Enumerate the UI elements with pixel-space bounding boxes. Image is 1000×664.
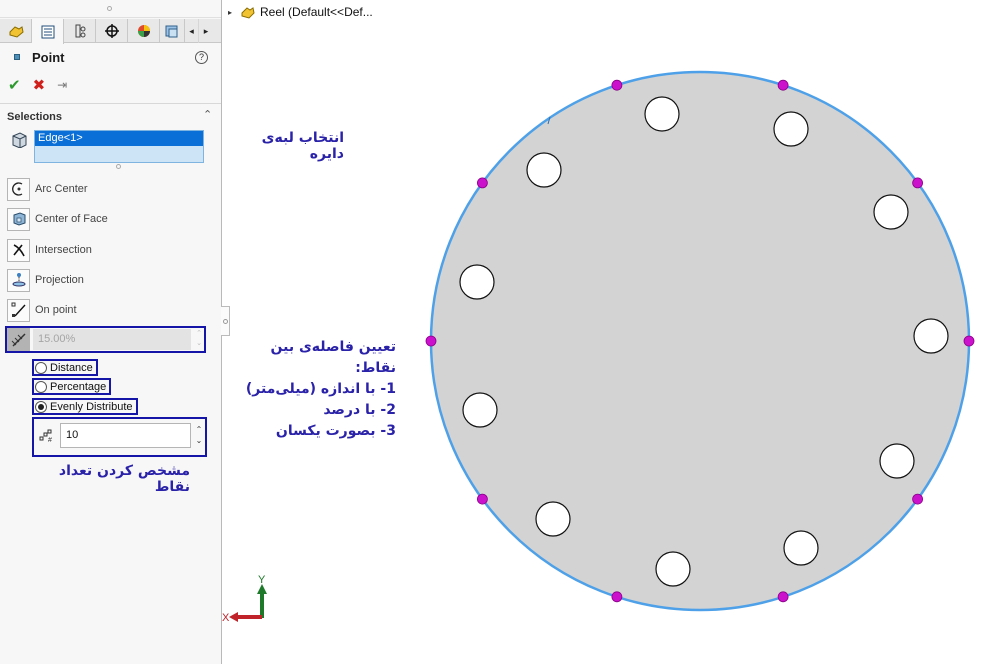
hole[interactable] bbox=[459, 264, 495, 300]
sketch-point[interactable] bbox=[611, 79, 623, 91]
radio-label: Distance bbox=[50, 361, 93, 374]
reference-label: Arc Center bbox=[35, 183, 88, 195]
sketch-point[interactable] bbox=[912, 177, 923, 189]
on-point-icon[interactable] bbox=[7, 298, 30, 322]
tab-display-manager[interactable] bbox=[128, 19, 160, 43]
svg-text:#: # bbox=[48, 437, 52, 443]
reference-projection[interactable]: Projection bbox=[7, 268, 84, 292]
percentage-spinner[interactable]: ⌃ ⌄ bbox=[194, 329, 204, 350]
hole[interactable] bbox=[873, 194, 909, 230]
radio-evenly-distribute[interactable]: Evenly Distribute bbox=[32, 398, 138, 415]
arc-center-icon[interactable] bbox=[7, 177, 30, 201]
configuration-icon bbox=[75, 24, 85, 38]
ok-button[interactable]: ✔ bbox=[8, 76, 21, 94]
radio-evenly-distribute-button[interactable] bbox=[35, 400, 47, 413]
hole[interactable] bbox=[462, 392, 498, 428]
listbox-resize-grip[interactable] bbox=[116, 164, 121, 169]
x-axis-label: X bbox=[222, 612, 230, 624]
sketch-point[interactable] bbox=[963, 335, 975, 347]
hole[interactable] bbox=[535, 501, 571, 537]
part-model bbox=[425, 70, 975, 612]
hole[interactable] bbox=[644, 96, 680, 132]
intersection-icon[interactable] bbox=[7, 238, 30, 262]
point-count-spinner[interactable]: ⌃ ⌄ bbox=[194, 424, 204, 446]
crosshair-icon bbox=[104, 24, 119, 38]
hole[interactable] bbox=[773, 111, 809, 147]
action-buttons: ✔ ✖ ⇥ bbox=[8, 76, 67, 94]
radio-label: Percentage bbox=[50, 380, 107, 393]
graphics-viewport[interactable]: Y X bbox=[222, 0, 1000, 664]
grip-dot bbox=[107, 6, 112, 11]
reference-center-of-face[interactable]: Center of Face bbox=[7, 207, 108, 231]
selections-section-title: Selections bbox=[7, 111, 63, 123]
radio-distance[interactable]: Distance bbox=[32, 359, 98, 376]
reference-label: Center of Face bbox=[35, 213, 108, 225]
cancel-button[interactable]: ✖ bbox=[33, 76, 46, 94]
hole[interactable] bbox=[655, 551, 691, 587]
along-curve-distance-icon bbox=[7, 328, 30, 351]
point-feature-icon bbox=[14, 54, 20, 60]
reference-label: On point bbox=[35, 304, 77, 316]
radio-label: Evenly Distribute bbox=[50, 400, 133, 413]
sketch-point[interactable] bbox=[425, 335, 437, 347]
y-axis-label: Y bbox=[258, 574, 266, 586]
sketch-point[interactable] bbox=[777, 591, 789, 603]
manager-tabs: ◂ ▸ bbox=[0, 19, 221, 44]
selection-item-edge[interactable]: Edge<1> bbox=[35, 131, 203, 146]
reference-entities-icon bbox=[12, 132, 27, 148]
radio-distance-button[interactable] bbox=[35, 361, 47, 374]
x-axis-arrowhead bbox=[229, 612, 238, 622]
radio-percentage[interactable]: Percentage bbox=[32, 378, 112, 395]
sketch-point[interactable] bbox=[912, 493, 923, 505]
disk-face[interactable] bbox=[429, 70, 971, 612]
tab-dimxpert-manager[interactable] bbox=[96, 19, 128, 43]
point-count-group: # 10 ⌃ ⌄ bbox=[32, 417, 207, 457]
section-divider bbox=[0, 103, 221, 104]
reference-on-point[interactable]: On point bbox=[7, 298, 77, 322]
tab-feature-manager[interactable] bbox=[0, 19, 32, 43]
property-list-icon bbox=[41, 25, 54, 38]
percentage-input[interactable]: 15.00% bbox=[33, 329, 191, 350]
help-button[interactable]: ? bbox=[195, 51, 208, 64]
annotation-point-count: مشخص کردن تعداد نقاط bbox=[58, 463, 190, 495]
panel-grip[interactable] bbox=[0, 0, 221, 18]
panel-title: Point bbox=[32, 50, 65, 65]
reference-intersection[interactable]: Intersection bbox=[7, 238, 92, 262]
number-of-points-icon: # bbox=[39, 429, 55, 446]
tab-scroll-right-button[interactable]: ▸ bbox=[199, 19, 213, 43]
projection-icon[interactable] bbox=[7, 268, 30, 292]
tab-scroll-left-button[interactable]: ◂ bbox=[185, 19, 199, 43]
sketch-point[interactable] bbox=[476, 177, 488, 189]
sketch-point[interactable] bbox=[476, 493, 488, 505]
tab-configuration-manager[interactable] bbox=[64, 19, 96, 43]
keep-visible-pin-button[interactable]: ⇥ bbox=[57, 78, 67, 92]
percentage-input-group: 15.00% ⌃ ⌄ bbox=[5, 326, 206, 353]
selections-listbox[interactable]: Edge<1> bbox=[34, 130, 204, 163]
tab-property-manager[interactable] bbox=[32, 19, 64, 44]
reference-arc-center[interactable]: Arc Center bbox=[7, 177, 88, 201]
solidworks-window: ◂ ▸ Point ? ✔ ✖ ⇥ Selections ⌃ Edge<1> A… bbox=[0, 0, 1000, 664]
part-icon bbox=[9, 26, 24, 38]
property-manager-panel: ◂ ▸ Point ? ✔ ✖ ⇥ Selections ⌃ Edge<1> A… bbox=[0, 0, 222, 664]
coordinate-triad: Y X bbox=[222, 574, 267, 624]
cam-icon bbox=[165, 25, 178, 38]
radio-percentage-button[interactable] bbox=[35, 380, 47, 393]
reference-label: Intersection bbox=[35, 244, 92, 256]
hole[interactable] bbox=[879, 443, 915, 479]
sketch-point[interactable] bbox=[611, 591, 623, 603]
hole[interactable] bbox=[783, 530, 819, 566]
reference-label: Projection bbox=[35, 274, 84, 286]
appearance-icon bbox=[137, 25, 150, 37]
sketch-point[interactable] bbox=[777, 79, 789, 91]
hole[interactable] bbox=[913, 318, 949, 354]
point-count-input[interactable]: 10 bbox=[60, 423, 191, 448]
tab-cam-manager[interactable] bbox=[160, 19, 185, 43]
center-of-face-icon[interactable] bbox=[7, 207, 30, 231]
hole[interactable] bbox=[526, 152, 562, 188]
collapse-section-button[interactable]: ⌃ bbox=[203, 108, 212, 121]
